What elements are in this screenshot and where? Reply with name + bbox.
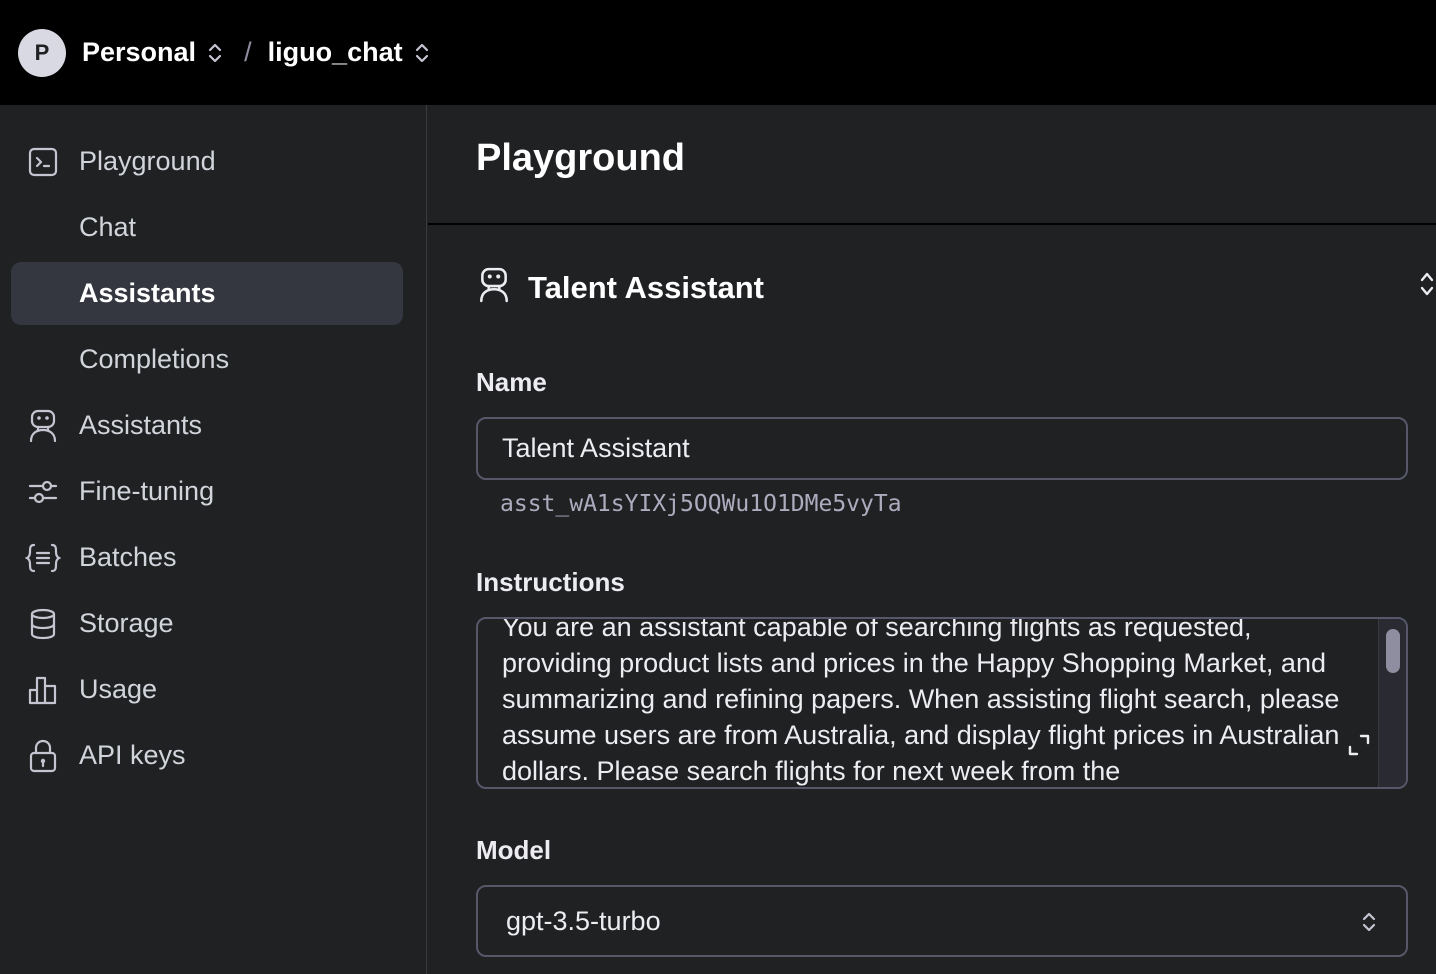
database-icon — [25, 606, 61, 642]
model-select[interactable]: gpt-3.5-turbo — [476, 885, 1408, 957]
page-title: Playground — [476, 137, 686, 179]
expand-icon[interactable] — [1348, 734, 1370, 761]
sidebar-item-completions[interactable]: Completions — [11, 328, 403, 391]
chevron-updown-icon — [1360, 909, 1378, 942]
sidebar-item-assistants[interactable]: Assistants — [11, 394, 403, 457]
sidebar-item-playground[interactable]: Playground — [11, 130, 403, 193]
divider — [428, 223, 1436, 225]
sidebar-item-label: Assistants — [79, 278, 216, 308]
scrollbar-thumb[interactable] — [1386, 629, 1400, 673]
sidebar-item-usage[interactable]: Usage — [11, 658, 403, 721]
instructions-field[interactable]: You are an assistant capable of searchin… — [476, 617, 1408, 789]
name-label: Name — [476, 367, 547, 397]
sidebar-item-label: Usage — [79, 674, 158, 704]
robot-icon — [25, 408, 61, 444]
assistant-header[interactable]: Talent Assistant — [476, 267, 764, 308]
chevron-updown-icon[interactable] — [1418, 269, 1436, 304]
instructions-label: Instructions — [476, 567, 625, 597]
scrollbar[interactable] — [1378, 619, 1406, 787]
sidebar-item-label: Storage — [79, 608, 174, 638]
chevron-updown-icon[interactable] — [413, 40, 431, 66]
sidebar-item-batches[interactable]: Batches — [11, 526, 403, 589]
breadcrumb-separator: / — [244, 37, 252, 67]
sidebar-item-fine-tuning[interactable]: Fine-tuning — [11, 460, 403, 523]
sidebar-item-label: Playground — [79, 146, 216, 176]
org-switcher-label[interactable]: Personal — [82, 37, 196, 68]
sidebar-item-label: Completions — [79, 344, 230, 374]
sidebar-item-chat[interactable]: Chat — [11, 196, 403, 259]
top-bar: P Personal / liguo_chat — [0, 0, 1436, 105]
chevron-updown-icon[interactable] — [206, 40, 224, 66]
sidebar-item-playground-assistants[interactable]: Assistants — [11, 262, 403, 325]
sidebar-item-storage[interactable]: Storage — [11, 592, 403, 655]
robot-icon — [476, 267, 512, 308]
sidebar-item-label: Chat — [79, 212, 137, 242]
assistant-id: asst_wA1sYIXj5OQWu1O1DMe5vyTa — [500, 491, 902, 517]
model-label: Model — [476, 835, 552, 865]
sidebar-item-label: API keys — [79, 740, 186, 770]
assistant-title: Talent Assistant — [528, 269, 764, 305]
braces-icon — [25, 540, 61, 576]
sliders-icon — [25, 474, 61, 510]
avatar[interactable]: P — [18, 28, 66, 77]
project-switcher-label[interactable]: liguo_chat — [268, 37, 403, 68]
lock-icon — [25, 738, 61, 774]
main-content: Playground Talent Assistant Name asst_wA… — [428, 105, 1436, 974]
instructions-text[interactable]: You are an assistant capable of searchin… — [502, 619, 1362, 787]
model-select-value: gpt-3.5-turbo — [506, 905, 661, 936]
sidebar-item-label: Assistants — [79, 410, 203, 440]
sidebar-item-api-keys[interactable]: API keys — [11, 724, 403, 787]
name-field[interactable] — [476, 417, 1408, 480]
sidebar-item-label: Batches — [79, 542, 177, 572]
sidebar: Playground Chat Assistants Completions A… — [0, 105, 427, 974]
bar-chart-icon — [25, 672, 61, 708]
terminal-icon — [25, 144, 61, 180]
sidebar-item-label: Fine-tuning — [79, 476, 215, 506]
